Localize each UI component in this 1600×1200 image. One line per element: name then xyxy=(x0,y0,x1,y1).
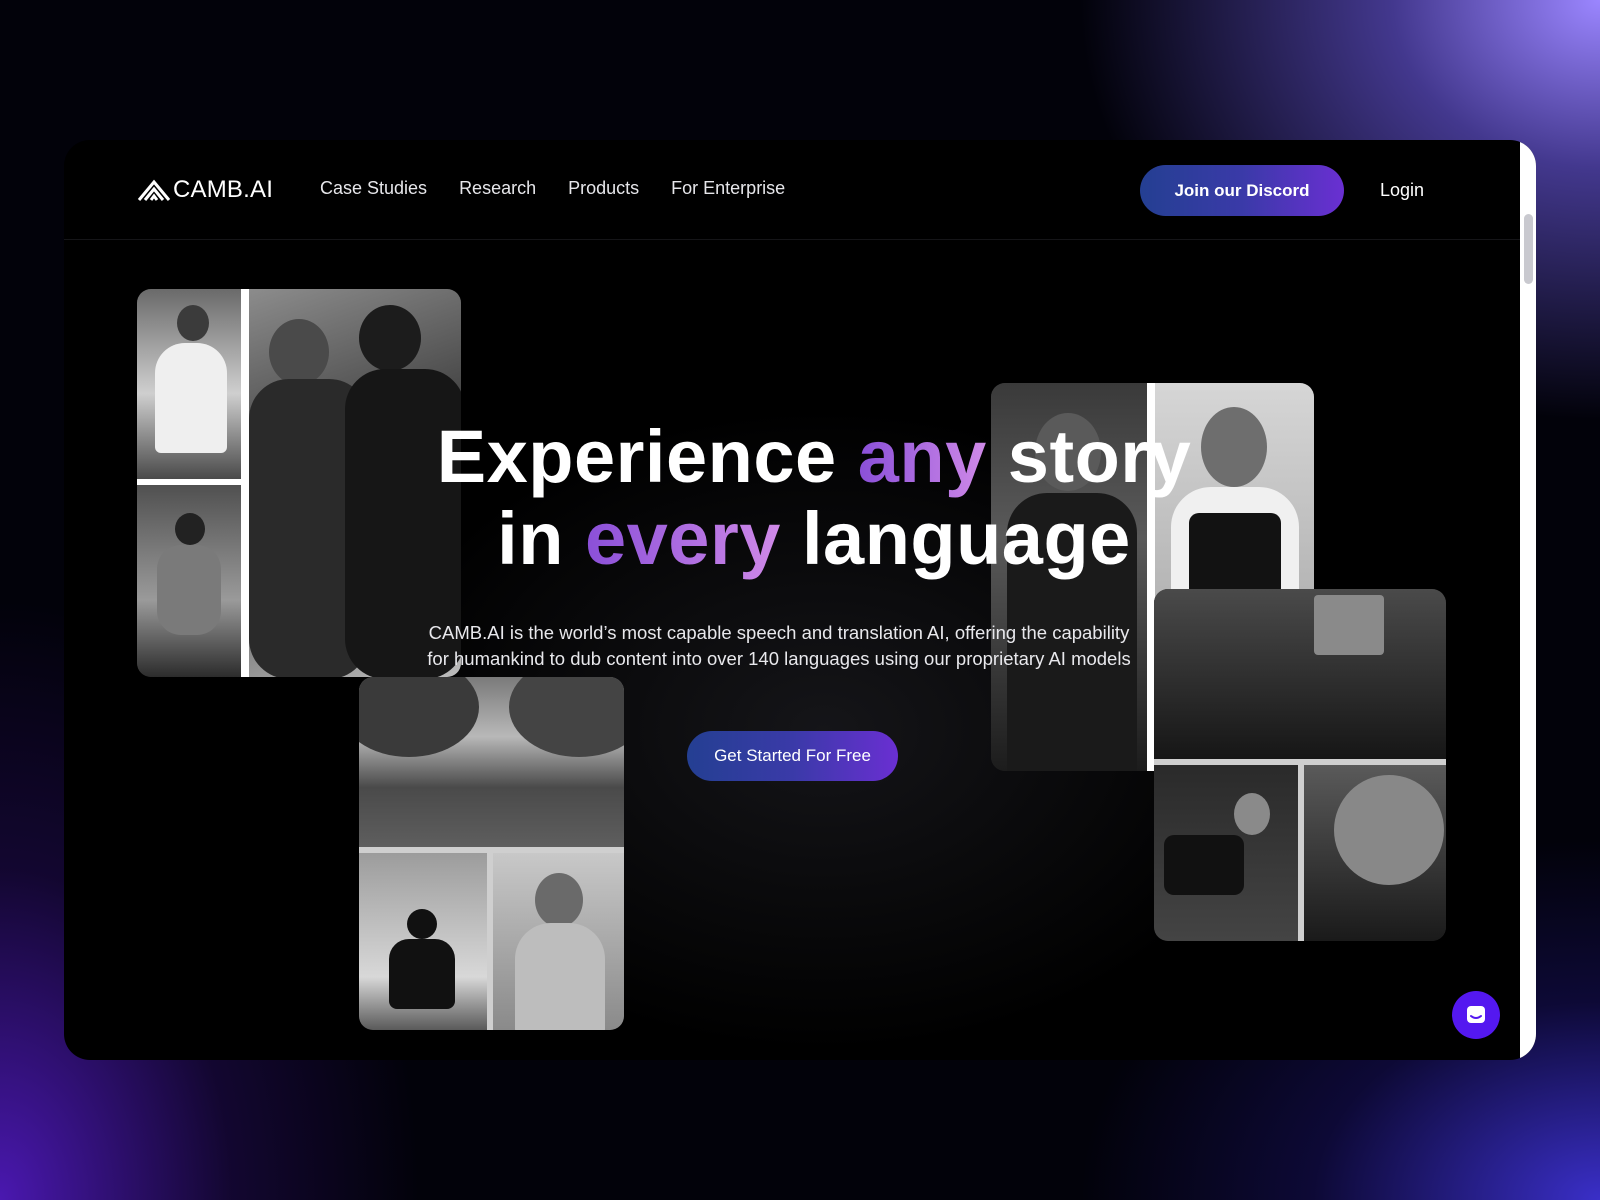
hero-accent-word: every xyxy=(585,497,781,580)
hero-title-line-1: Experience any story xyxy=(436,415,1192,498)
film-photo-collage xyxy=(1154,589,1446,941)
hero-title: Experience any story in every language xyxy=(364,416,1264,580)
camera-operator-photo xyxy=(1154,765,1298,941)
brand-logo[interactable]: CAMB.AI xyxy=(137,176,273,204)
nav-for-enterprise[interactable]: For Enterprise xyxy=(671,178,785,199)
movie-poster-photo xyxy=(1304,765,1446,941)
hero-accent-word: any xyxy=(857,415,987,498)
outdoor-yoga-group-photo xyxy=(359,677,624,847)
hero-subtitle: CAMB.AI is the world’s most capable spee… xyxy=(427,622,1131,669)
tennis-player-photo xyxy=(137,289,241,479)
yoga-photo-collage xyxy=(359,677,624,1030)
join-discord-button[interactable]: Join our Discord xyxy=(1140,165,1344,216)
hero-title-line-2: in every language xyxy=(497,497,1131,580)
get-started-button[interactable]: Get Started For Free xyxy=(687,731,898,781)
football-runner-photo xyxy=(137,485,241,677)
login-link[interactable]: Login xyxy=(1380,180,1424,201)
page-scrollbar[interactable] xyxy=(1520,140,1536,1060)
nav-research[interactable]: Research xyxy=(459,178,536,199)
chat-icon xyxy=(1467,1006,1485,1023)
camb-logo-icon xyxy=(137,179,171,201)
collage-divider xyxy=(241,289,249,677)
brand-name: CAMB.AI xyxy=(173,176,274,203)
cinema-seats-photo xyxy=(1154,589,1446,759)
meditation-silhouette-photo xyxy=(359,853,487,1030)
smiling-woman-photo xyxy=(493,853,624,1030)
main-nav: Case Studies Research Products For Enter… xyxy=(320,178,785,199)
top-navbar: CAMB.AI Case Studies Research Products F… xyxy=(64,140,1520,240)
browser-window: CAMB.AI Case Studies Research Products F… xyxy=(64,140,1536,1060)
nav-products[interactable]: Products xyxy=(568,178,639,199)
chat-launcher-button[interactable] xyxy=(1452,991,1500,1039)
nav-case-studies[interactable]: Case Studies xyxy=(320,178,427,199)
scrollbar-thumb[interactable] xyxy=(1524,214,1533,284)
